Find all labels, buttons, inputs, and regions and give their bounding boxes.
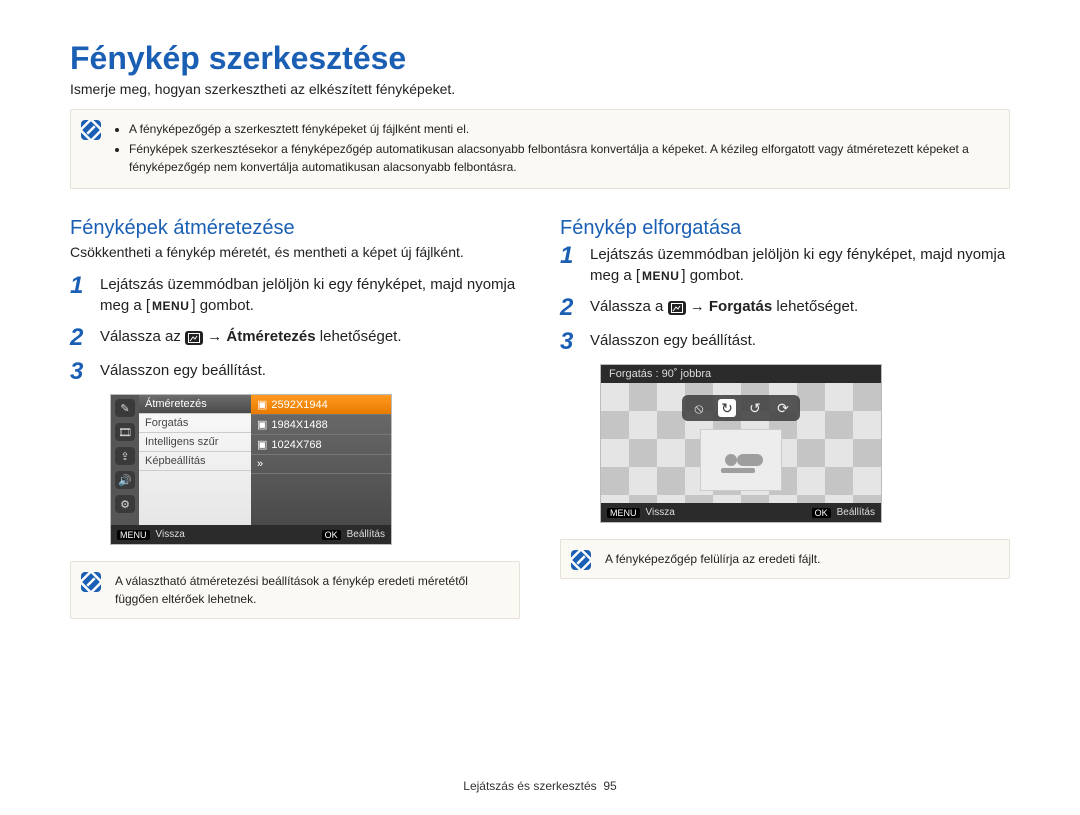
step-2: 2 Válassza az → Átméretezés lehetőséget. <box>70 326 520 350</box>
info-icon <box>81 120 101 140</box>
step-text: Lejátszás üzemmódban jelöljön ki egy fén… <box>100 274 520 316</box>
two-column-layout: Fényképek átméretezése Csökkentheti a fé… <box>70 217 1010 619</box>
step-3: 3 Válasszon egy beállítást. <box>560 330 1010 354</box>
camera-footer: MENU Vissza OK Beállítás <box>111 525 391 544</box>
page-footer: Lejátszás és szerkesztés 95 <box>0 779 1080 793</box>
footer-back-label: Vissza <box>646 507 675 518</box>
footer-ok-label: Beállítás <box>347 529 385 540</box>
resize-section: Fényképek átméretezése Csökkentheti a fé… <box>70 217 520 619</box>
step-text: Válasszon egy beállítást. <box>590 330 756 351</box>
menu-item-imageadjust: Képbeállítás <box>139 452 251 471</box>
resize-note-box: A választható átméretezési beállítások a… <box>70 561 520 619</box>
top-note-bullet: Fényképek szerkesztésekor a fényképezőgé… <box>129 140 997 176</box>
value-item: ▣1984X1488 <box>251 415 391 435</box>
rotate-note-text: A fényképezőgép felülírja az eredeti fáj… <box>605 552 820 566</box>
info-icon <box>571 550 591 570</box>
footer-ok-label: Beállítás <box>837 507 875 518</box>
step-2: 2 Válassza a → Forgatás lehetőséget. <box>560 296 1010 320</box>
rotate-right-icon: ↻ <box>718 399 736 417</box>
menu-item-smartfilter: Intelligens szűr <box>139 433 251 452</box>
menu-chip-icon: MENU <box>117 530 150 540</box>
step-number: 3 <box>560 330 580 354</box>
top-note-box: A fényképezőgép a szerkesztett fényképek… <box>70 109 1010 189</box>
ok-chip-icon: OK <box>812 508 831 518</box>
page-title: Fénykép szerkesztése <box>70 40 1010 77</box>
step-1: 1 Lejátszás üzemmódban jelöljön ki egy f… <box>70 274 520 316</box>
step-number: 2 <box>70 326 90 350</box>
menu-button-label: MENU <box>150 298 191 315</box>
edit-photo-icon <box>185 331 203 345</box>
step-text: Válassza a → Forgatás lehetőséget. <box>590 296 858 317</box>
menu-button-label: MENU <box>640 268 681 285</box>
footer-back-label: Vissza <box>156 529 185 540</box>
manual-page: Fénykép szerkesztése Ismerje meg, hogyan… <box>0 0 1080 815</box>
value-item: ▣1024X768 <box>251 435 391 455</box>
section-title-resize: Fényképek átméretezése <box>70 217 520 240</box>
resize-note-text: A választható átméretezési beállítások a… <box>115 574 468 606</box>
step-text: Válasszon egy beállítást. <box>100 360 266 381</box>
share-tab-icon: ⇪ <box>115 447 135 465</box>
step-text: Lejátszás üzemmódban jelöljön ki egy fén… <box>590 244 1010 286</box>
camera-value-list: ▣2592X1944 ▣1984X1488 ▣1024X768 » <box>251 395 391 525</box>
rotate-option-bar: ⦸ ↻ ↺ ⟳ <box>682 395 800 421</box>
info-icon <box>81 572 101 592</box>
step-number: 1 <box>560 244 580 268</box>
top-note-bullet: A fényképezőgép a szerkesztett fényképek… <box>129 120 997 138</box>
section-intro: Csökkentheti a fénykép méretét, és menth… <box>70 244 520 260</box>
edit-photo-icon <box>668 301 686 315</box>
settings-tab-icon: ⚙ <box>115 495 135 513</box>
menu-item-resize: Átméretezés <box>139 395 251 414</box>
edit-tab-icon: ✎ <box>115 399 135 417</box>
step-number: 3 <box>70 360 90 384</box>
rotate-section: Fénykép elforgatása 1 Lejátszás üzemmódb… <box>560 217 1010 619</box>
section-title-rotate: Fénykép elforgatása <box>560 217 1010 240</box>
camera-menu-list: Átméretezés Forgatás Intelligens szűr Ké… <box>139 395 251 525</box>
step-text: Válassza az → Átméretezés lehetőséget. <box>100 326 402 347</box>
rotate-off-icon: ⦸ <box>690 399 708 417</box>
step-number: 2 <box>560 296 580 320</box>
step-number: 1 <box>70 274 90 298</box>
menu-item-rotate: Forgatás <box>139 414 251 433</box>
ok-chip-icon: OK <box>322 530 341 540</box>
rotate-180-icon: ⟳ <box>774 399 792 417</box>
step-3: 3 Válasszon egy beállítást. <box>70 360 520 384</box>
rotate-header: Forgatás : 90˚ jobbra <box>601 365 881 383</box>
camera-resize-screen: ✎ 🎞 ⇪ 🔊 ⚙ Átméretezés Forgatás Intellige… <box>110 394 392 545</box>
sound-tab-icon: 🔊 <box>115 471 135 489</box>
camera-side-rail: ✎ 🎞 ⇪ 🔊 ⚙ <box>111 395 139 525</box>
value-item-more: » <box>251 455 391 474</box>
movie-tab-icon: 🎞 <box>115 423 135 441</box>
step-1: 1 Lejátszás üzemmódban jelöljön ki egy f… <box>560 244 1010 286</box>
page-subtitle: Ismerje meg, hogyan szerkesztheti az elk… <box>70 81 1010 97</box>
value-item: ▣2592X1944 <box>251 395 391 415</box>
rotate-left-icon: ↺ <box>746 399 764 417</box>
camera-footer: MENU Vissza OK Beállítás <box>601 503 881 522</box>
menu-chip-icon: MENU <box>607 508 640 518</box>
camera-rotate-screen: Forgatás : 90˚ jobbra ⦸ ↻ ↺ ⟳ <box>600 364 882 523</box>
photo-placeholder <box>700 429 782 491</box>
rotate-note-box: A fényképezőgép felülírja az eredeti fáj… <box>560 539 1010 579</box>
